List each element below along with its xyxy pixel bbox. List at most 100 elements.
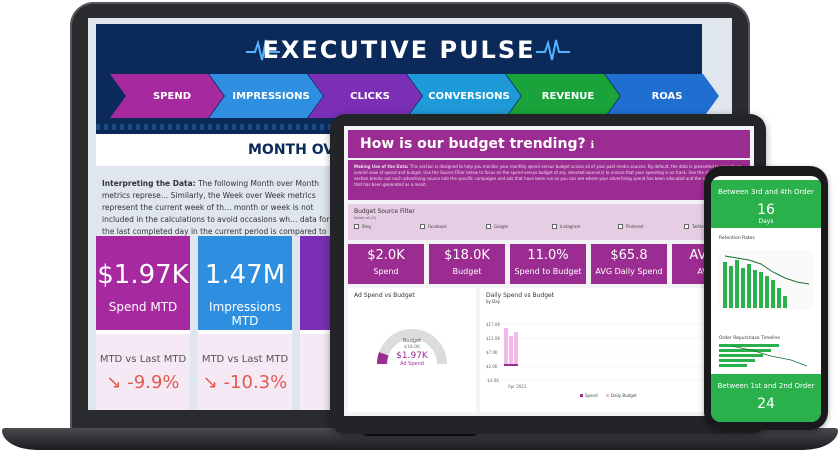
retention-bar	[777, 288, 781, 308]
panel-title: Ad Spend vs Budget	[354, 292, 415, 299]
info-icon[interactable]: ℹ	[590, 140, 594, 151]
source-checkbox-google[interactable]: Google	[486, 224, 508, 229]
card-label: Between 1st and 2nd Order	[717, 382, 815, 390]
nav-label: IMPRESSIONS	[232, 90, 310, 102]
checkbox-label: Bing	[362, 224, 371, 229]
nav-impressions[interactable]: IMPRESSIONS	[209, 74, 323, 118]
nav-label: SPEND	[152, 90, 192, 102]
timeline-bar	[719, 359, 755, 362]
checkbox-box[interactable]	[354, 224, 359, 229]
pulse-icon	[536, 39, 570, 61]
tablet-screen: How is our budget trending? ℹ Making Use…	[344, 126, 754, 416]
checkbox-box[interactable]	[420, 224, 425, 229]
nav-roas[interactable]: ROAS	[605, 74, 719, 118]
ad-spend-vs-budget-panel: Ad Spend vs Budget Budget $18.0K $1.97K …	[348, 288, 476, 412]
retention-bar	[753, 270, 757, 308]
spend-line	[504, 364, 518, 366]
repurchase-timeline-title: Order Repurchase Timeline	[719, 336, 781, 341]
checkbox-label: Pinterest	[626, 224, 644, 229]
nav-spend[interactable]: SPEND	[110, 74, 224, 118]
checkbox-box[interactable]	[486, 224, 491, 229]
retention-bar	[759, 272, 763, 308]
mtd-value-text: -9.9%	[127, 372, 180, 393]
retention-bar	[729, 266, 733, 308]
source-checkbox-facebook[interactable]: Facebook	[420, 224, 447, 229]
gauge-spend-label: Ad Spend	[400, 361, 424, 367]
mtd-comparison-impressions: MTD vs Last MTD ↘ -10.3%	[198, 330, 292, 410]
gauge-budget-value: $18.0K	[404, 344, 421, 350]
kpi-value: 11.0%	[527, 248, 569, 263]
y-tick-label: $17.0K	[486, 322, 500, 327]
y-tick-label: $7.0K	[486, 350, 498, 355]
checkbox-box[interactable]	[552, 224, 557, 229]
trend-down-icon: ↘	[106, 372, 122, 393]
nav-conversions[interactable]: CONVERSIONS	[407, 74, 521, 118]
kpi-budget: $18.0K Budget	[429, 244, 505, 284]
nav-label: CONVERSIONS	[428, 90, 510, 102]
gauge-fill	[376, 352, 389, 365]
legend-swatch-spend	[580, 394, 583, 397]
kpi-spend-mtd: $1.97K Spend MTD	[96, 236, 190, 330]
card-value: 16	[757, 202, 775, 218]
note-text: This section is designed to help you mon…	[354, 164, 742, 187]
checkbox-label: Google	[494, 224, 509, 229]
y-tick-label: $2.0K	[486, 364, 498, 369]
budget-section-title: How is our budget trending? ℹ	[348, 130, 750, 158]
retention-bar	[735, 260, 739, 308]
checkbox-label: Facebook	[428, 224, 447, 229]
note-label: Making Use of the Data:	[354, 164, 409, 169]
daily-budget-bar	[509, 336, 513, 366]
gauge-budget-label: Budget	[403, 338, 421, 344]
filter-select-all[interactable]: Select all (0)	[354, 216, 376, 220]
checkbox-label: Instagram	[560, 224, 581, 229]
mtd-comparison-spend: MTD vs Last MTD ↘ -9.9%	[96, 330, 190, 410]
y-tick-label: -$3.0K	[486, 378, 499, 383]
kpi-label: Budget	[452, 267, 482, 276]
kpi-value: 1.47M	[204, 260, 286, 290]
retention-bar	[747, 264, 751, 308]
source-checkbox-instagram[interactable]: Instagram	[552, 224, 580, 229]
kpi-spend: $2.0K Spend	[348, 244, 424, 284]
nav-label: REVENUE	[541, 90, 595, 102]
order-gap-card-1-2: Between 1st and 2nd Order 24	[711, 374, 821, 422]
mtd-value: ↘ -9.9%	[96, 372, 190, 393]
legend-label: Spend	[585, 393, 598, 398]
kpi-value: $18.0K	[444, 248, 490, 263]
kpi-label: AVG Daily Spend	[595, 267, 663, 276]
legend-swatch-budget	[606, 394, 609, 397]
retention-bar	[783, 296, 787, 308]
kpi-value: $1.97K	[97, 260, 189, 290]
y-tick-label: $12.0K	[486, 336, 500, 341]
nav-revenue[interactable]: REVENUE	[506, 74, 620, 118]
source-checkbox-twitter[interactable]: Twitter	[684, 224, 705, 229]
timeline-bar	[719, 354, 763, 357]
gauge-spend-value: $1.97K	[396, 351, 429, 361]
kpi-value: $65.8	[610, 248, 648, 263]
checkbox-box[interactable]	[618, 224, 623, 229]
budget-gauge: Budget $18.0K $1.97K Ad Spend	[376, 329, 447, 367]
timeline-bar	[719, 364, 747, 367]
retention-bar	[723, 262, 727, 308]
checkbox-box[interactable]	[684, 224, 689, 229]
kpi-value: $2.0K	[367, 248, 405, 263]
timeline-bar	[719, 349, 771, 352]
legend-label: Daily Budget	[611, 393, 637, 398]
repurchase-timeline-chart	[719, 344, 808, 367]
source-checkbox-bing[interactable]: Bing	[354, 224, 371, 229]
nav-clicks[interactable]: CLICKS	[308, 74, 422, 118]
card-value: 24	[757, 396, 775, 412]
source-checkbox-pinterest[interactable]: Pinterest	[618, 224, 644, 229]
mtd-value-text: -10.3%	[223, 372, 288, 393]
kpi-label: Spend	[373, 267, 399, 276]
mtd-label: MTD vs Last MTD	[201, 354, 289, 365]
retention-bar	[771, 280, 775, 308]
timeline-bar	[719, 344, 779, 347]
mtd-label: MTD vs Last MTD	[99, 354, 187, 365]
card-label: Between 3rd and 4th Order	[718, 188, 814, 196]
nav-label: ROAS	[651, 90, 683, 102]
kpi-label: Spend MTD	[108, 300, 178, 314]
budget-title-text: How is our budget trending?	[360, 136, 586, 152]
retention-bar	[765, 276, 769, 308]
budget-source-filter: Budget Source Filter Select all (0) Bing…	[348, 204, 750, 240]
dashboard-title: EXECUTIVE PULSE	[262, 36, 536, 64]
